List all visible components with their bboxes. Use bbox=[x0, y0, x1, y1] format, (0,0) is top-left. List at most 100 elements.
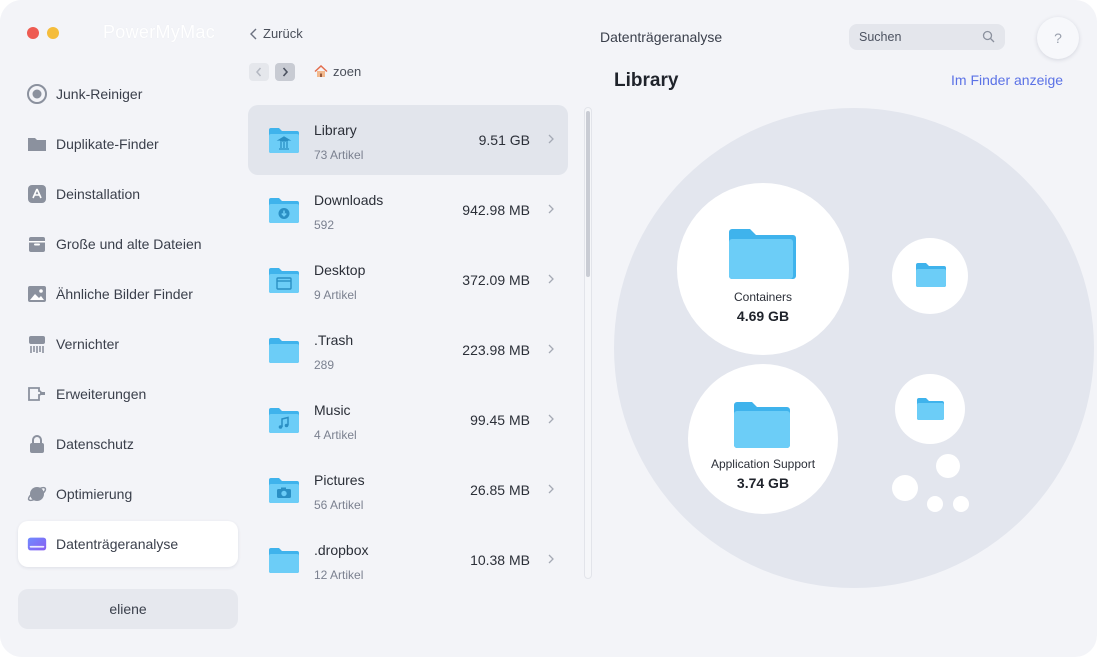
sidebar-item-duplicate-finder[interactable]: Duplikate-Finder bbox=[18, 121, 238, 167]
file-count: 56 Artikel bbox=[314, 498, 364, 512]
bubble-folder-small-2[interactable] bbox=[895, 374, 965, 444]
large-files-icon bbox=[26, 233, 48, 255]
sidebar-item-privacy[interactable]: Datenschutz bbox=[18, 421, 238, 467]
help-button[interactable]: ? bbox=[1037, 17, 1079, 59]
user-account-button[interactable]: eliene bbox=[18, 589, 238, 629]
sidebar-item-large-files[interactable]: Große und alte Dateien bbox=[18, 221, 238, 267]
chevron-right-icon bbox=[548, 414, 554, 424]
list-item-pictures[interactable]: Pictures 56 Artikel 26.85 MB bbox=[248, 455, 568, 525]
bubble-application-support[interactable]: Application Support 3.74 GB bbox=[688, 364, 838, 514]
bubble-label: Application Support bbox=[711, 457, 816, 471]
sidebar-item-disk-analysis[interactable]: Datenträgeranalyse bbox=[18, 521, 238, 567]
sidebar-item-label: Große und alte Dateien bbox=[56, 236, 202, 252]
sidebar-item-junk-cleaner[interactable]: Junk-Reiniger bbox=[18, 71, 238, 117]
bubble-label: Containers bbox=[734, 290, 792, 304]
sidebar-item-label: Erweiterungen bbox=[56, 386, 147, 402]
chevron-right-icon bbox=[282, 67, 289, 77]
file-size: 10.38 MB bbox=[470, 552, 530, 568]
bubble-size: 4.69 GB bbox=[737, 308, 789, 324]
chevron-left-icon bbox=[256, 67, 262, 77]
bubble-tiny[interactable] bbox=[927, 496, 943, 512]
lock-icon bbox=[26, 433, 48, 455]
disk-icon bbox=[26, 533, 48, 555]
chevron-right-icon bbox=[548, 274, 554, 284]
file-name: Music bbox=[314, 402, 351, 418]
shredder-icon bbox=[26, 333, 48, 355]
file-name: .dropbox bbox=[314, 542, 369, 558]
chevron-right-icon bbox=[548, 344, 554, 354]
breadcrumb[interactable]: zoen bbox=[314, 64, 361, 79]
list-item-desktop[interactable]: Desktop 9 Artikel 372.09 MB bbox=[248, 245, 568, 315]
sidebar-item-label: Deinstallation bbox=[56, 186, 141, 202]
bubble-containers[interactable]: Containers 4.69 GB bbox=[677, 183, 849, 355]
file-count: 12 Artikel bbox=[314, 568, 364, 582]
close-window-button[interactable] bbox=[27, 27, 39, 39]
history-back-button[interactable] bbox=[249, 63, 269, 81]
sidebar-item-label: Datenschutz bbox=[56, 436, 134, 452]
file-size: 9.51 GB bbox=[478, 132, 530, 148]
folder-icon bbox=[269, 338, 299, 363]
list-item-downloads[interactable]: Downloads 592 942.98 MB bbox=[248, 175, 568, 245]
sidebar-item-label: Junk-Reiniger bbox=[56, 86, 143, 102]
file-count: 289 bbox=[314, 358, 335, 372]
music-folder-icon bbox=[269, 408, 299, 433]
bubble-tiny[interactable] bbox=[953, 496, 969, 512]
minimize-window-button[interactable] bbox=[47, 27, 59, 39]
file-name: Library bbox=[314, 122, 357, 138]
uninstall-icon bbox=[26, 183, 48, 205]
list-item-trash[interactable]: .Trash 289 223.98 MB bbox=[248, 315, 568, 385]
folder-icon bbox=[916, 263, 946, 287]
chevron-right-icon bbox=[548, 554, 554, 564]
back-button[interactable]: Zurück bbox=[250, 26, 303, 41]
sidebar-item-uninstall[interactable]: Deinstallation bbox=[18, 171, 238, 217]
file-count: 9 Artikel bbox=[314, 288, 357, 302]
bubble-chart: Containers 4.69 GB Application Support 3… bbox=[614, 108, 1094, 588]
file-size: 99.45 MB bbox=[470, 412, 530, 428]
list-item-library[interactable]: Library 73 Artikel 9.51 GB bbox=[248, 105, 568, 175]
list-item-dropbox[interactable]: .dropbox 12 Artikel 10.38 MB bbox=[248, 525, 568, 595]
file-list: Library 73 Artikel 9.51 GB Downloads 592… bbox=[248, 105, 568, 595]
app-window: PowerMyMac Junk-Reiniger Duplikate-Finde… bbox=[0, 0, 1097, 657]
page-title: Datenträgeranalyse bbox=[600, 29, 723, 45]
file-size: 223.98 MB bbox=[462, 342, 530, 358]
search-input[interactable] bbox=[859, 30, 979, 44]
bubble-outer bbox=[614, 108, 1094, 588]
sidebar-item-label: Ähnliche Bilder Finder bbox=[56, 286, 193, 302]
sidebar-item-label: Duplikate-Finder bbox=[56, 136, 159, 152]
sidebar-item-shredder[interactable]: Vernichter bbox=[18, 321, 238, 367]
file-name: Desktop bbox=[314, 262, 366, 278]
sidebar-item-extensions[interactable]: Erweiterungen bbox=[18, 371, 238, 417]
sidebar-item-optimization[interactable]: Optimierung bbox=[18, 471, 238, 517]
scrollbar-thumb[interactable] bbox=[586, 111, 590, 277]
duplicate-folder-icon bbox=[26, 133, 48, 155]
history-forward-button[interactable] bbox=[275, 63, 295, 81]
extensions-icon bbox=[26, 383, 48, 405]
sidebar: PowerMyMac Junk-Reiniger Duplikate-Finde… bbox=[0, 0, 248, 657]
home-icon bbox=[314, 65, 328, 77]
bubble-tiny[interactable] bbox=[892, 475, 918, 501]
downloads-folder-icon bbox=[269, 198, 299, 223]
file-size: 942.98 MB bbox=[462, 202, 530, 218]
pictures-folder-icon bbox=[269, 478, 299, 503]
show-in-finder-link[interactable]: Im Finder anzeige bbox=[951, 72, 1063, 88]
junk-cleaner-icon bbox=[26, 83, 48, 105]
app-title: PowerMyMac bbox=[103, 22, 216, 42]
bubble-folder-small-1[interactable] bbox=[892, 238, 968, 314]
file-count: 4 Artikel bbox=[314, 428, 357, 442]
search-box[interactable] bbox=[849, 24, 1005, 50]
file-count: 73 Artikel bbox=[314, 148, 364, 162]
file-name: Downloads bbox=[314, 192, 384, 208]
optimization-icon bbox=[26, 483, 48, 505]
folder-icon bbox=[917, 398, 944, 420]
detail-title: Library bbox=[614, 70, 679, 91]
chevron-right-icon bbox=[548, 204, 554, 214]
file-size: 372.09 MB bbox=[462, 272, 530, 288]
main-panel: Zurück Datenträgeranalyse ? zoen Library… bbox=[248, 0, 1097, 657]
search-icon bbox=[982, 30, 995, 43]
back-label: Zurück bbox=[263, 26, 303, 41]
list-item-music[interactable]: Music 4 Artikel 99.45 MB bbox=[248, 385, 568, 455]
library-folder-icon bbox=[269, 128, 299, 153]
sidebar-item-label: Optimierung bbox=[56, 486, 133, 502]
bubble-tiny[interactable] bbox=[936, 454, 960, 478]
sidebar-item-similar-images[interactable]: Ähnliche Bilder Finder bbox=[18, 271, 238, 317]
